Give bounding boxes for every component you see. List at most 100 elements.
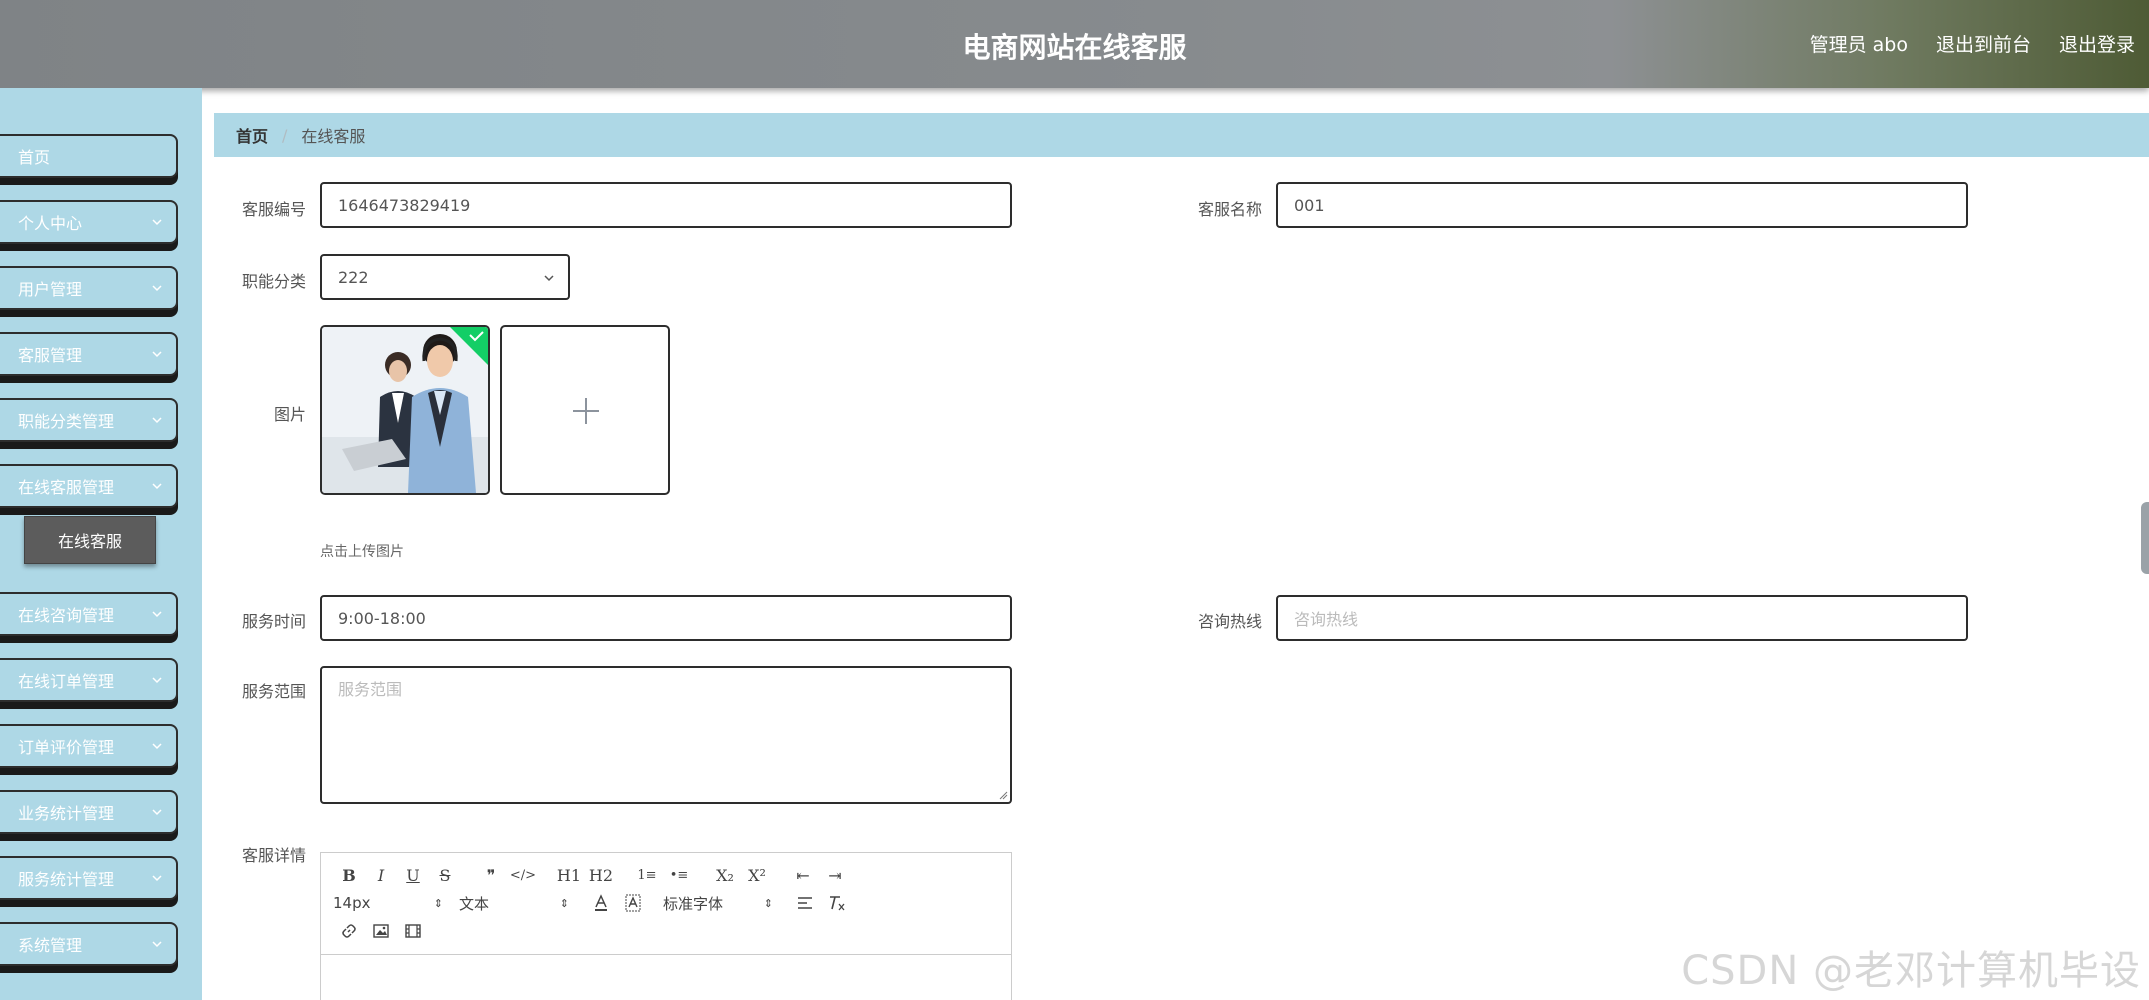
sidebar-item-user-management[interactable]: 用户管理 — [0, 266, 178, 310]
h2-button[interactable]: H2 — [585, 862, 617, 888]
sidebar-item-label: 用户管理 — [18, 280, 83, 299]
sidebar-item-personal-center[interactable]: 个人中心 — [0, 200, 178, 244]
sidebar-item-label: 服务统计管理 — [18, 870, 115, 889]
bold-button[interactable]: B — [333, 862, 365, 888]
sidebar-item-system-management[interactable]: 系统管理 — [0, 922, 178, 966]
sidebar-item-label: 在线客服管理 — [18, 478, 115, 497]
toolbar-row-style: 14px ⇕ 文本 ⇕ 标准字体 ⇕ — [333, 889, 999, 917]
blockquote-button[interactable]: ❞ — [475, 862, 507, 888]
chevron-down-icon — [152, 285, 162, 292]
video-icon[interactable] — [397, 918, 429, 944]
chevron-down-icon — [152, 219, 162, 226]
editor-toolbar: B I U S ❞ </> H1 H2 1≡ •≡ X₂ X² ⇤ ⇥ 14px… — [321, 853, 1011, 955]
hotline-input[interactable]: 咨询热线 — [1276, 595, 1968, 641]
exit-to-front-link[interactable]: 退出到前台 — [1936, 30, 2031, 57]
chevron-down-icon — [152, 677, 162, 684]
block-type-picker[interactable]: 文本 ⇕ — [459, 893, 569, 914]
scope-textarea[interactable]: 服务范围 — [320, 666, 1012, 804]
add-image-button[interactable] — [500, 325, 670, 495]
service-name-input[interactable]: 001 — [1276, 182, 1968, 228]
breadcrumb: 首页 / 在线客服 — [214, 113, 2149, 157]
image-icon[interactable] — [365, 918, 397, 944]
italic-button[interactable]: I — [365, 862, 397, 888]
sidebar-item-service-management[interactable]: 客服管理 — [0, 332, 178, 376]
sidebar-subitem-online-service[interactable]: 在线客服 — [24, 516, 156, 564]
chevron-down-icon — [544, 275, 554, 282]
upload-hint: 点击上传图片 — [320, 544, 404, 560]
sidebar-item-service-stats[interactable]: 服务统计管理 — [0, 856, 178, 900]
strike-button[interactable]: S — [429, 862, 461, 888]
updown-icon: ⇕ — [433, 896, 443, 910]
align-icon[interactable] — [789, 890, 821, 916]
clear-format-icon[interactable] — [821, 890, 853, 916]
sidebar-item-label: 在线订单管理 — [18, 672, 115, 691]
toolbar-row-format: B I U S ❞ </> H1 H2 1≡ •≡ X₂ X² ⇤ ⇥ — [333, 861, 999, 889]
block-type-value: 文本 — [459, 894, 490, 913]
h1-button[interactable]: H1 — [553, 862, 585, 888]
image-label: 图片 — [273, 405, 306, 424]
font-color-icon[interactable] — [585, 890, 617, 916]
uploaded-image-thumbnail[interactable] — [320, 325, 490, 495]
sidebar-item-order-management[interactable]: 在线订单管理 — [0, 658, 178, 702]
sidebar-item-category-management[interactable]: 职能分类管理 — [0, 398, 178, 442]
sidebar: 首页 个人中心 用户管理 客服管理 职能分类管理 在线客服管理 在线客服 在线咨… — [0, 88, 202, 1000]
service-name-label: 客服名称 — [1197, 200, 1262, 219]
sidebar-item-label: 首页 — [18, 148, 51, 167]
sidebar-item-consult-management[interactable]: 在线咨询管理 — [0, 592, 178, 636]
sidebar-item-label: 职能分类管理 — [18, 412, 115, 431]
chevron-down-icon — [152, 875, 162, 882]
scope-label: 服务范围 — [241, 682, 306, 701]
chevron-down-icon — [152, 483, 162, 490]
sidebar-item-online-service-management[interactable]: 在线客服管理 — [0, 464, 178, 508]
category-label: 职能分类 — [241, 272, 306, 291]
font-size-value: 14px — [333, 894, 371, 912]
font-family-picker[interactable]: 标准字体 ⇕ — [663, 893, 773, 914]
breadcrumb-current: 在线客服 — [301, 127, 366, 146]
bullet-list-button[interactable]: •≡ — [663, 862, 695, 888]
plus-icon — [573, 398, 599, 424]
subscript-button[interactable]: X₂ — [709, 862, 741, 888]
sidebar-item-home[interactable]: 首页 — [0, 134, 178, 178]
top-header: 电商网站在线客服 管理员 abo 退出到前台 退出登录 — [0, 0, 2149, 88]
service-time-input[interactable]: 9:00-18:00 — [320, 595, 1012, 641]
breadcrumb-separator: / — [282, 125, 288, 145]
sidebar-item-label: 在线咨询管理 — [18, 606, 115, 625]
hotline-placeholder: 咨询热线 — [1294, 610, 1359, 629]
superscript-button[interactable]: X² — [741, 862, 773, 888]
scope-placeholder: 服务范围 — [338, 680, 403, 699]
service-no-input[interactable]: 1646473829419 — [320, 182, 1012, 228]
user-label: 管理员 abo — [1809, 34, 1908, 56]
chevron-down-icon — [152, 417, 162, 424]
sidebar-item-label: 个人中心 — [18, 214, 83, 233]
ordered-list-button[interactable]: 1≡ — [631, 862, 663, 888]
service-time-value: 9:00-18:00 — [338, 608, 426, 628]
sidebar-item-label: 业务统计管理 — [18, 804, 115, 823]
chevron-down-icon — [152, 809, 162, 816]
code-block-button[interactable]: </> — [507, 862, 539, 888]
font-family-value: 标准字体 — [663, 894, 724, 913]
service-no-value: 1646473829419 — [338, 195, 471, 215]
category-select[interactable]: 222 — [320, 254, 570, 300]
breadcrumb-home[interactable]: 首页 — [236, 123, 268, 147]
link-icon[interactable] — [333, 918, 365, 944]
chevron-down-icon — [152, 743, 162, 750]
sidebar-item-review-management[interactable]: 订单评价管理 — [0, 724, 178, 768]
outdent-button[interactable]: ⇤ — [787, 862, 819, 888]
rich-text-editor: B I U S ❞ </> H1 H2 1≡ •≡ X₂ X² ⇤ ⇥ 14px… — [320, 852, 1012, 1000]
csdn-watermark: CSDN @老邓计算机毕设 — [1681, 948, 2141, 994]
page-scroll-handle[interactable] — [2141, 502, 2149, 574]
underline-button[interactable]: U — [397, 862, 429, 888]
indent-button[interactable]: ⇥ — [819, 862, 851, 888]
updown-icon: ⇕ — [763, 896, 773, 910]
detail-label: 客服详情 — [241, 846, 306, 865]
service-time-label: 服务时间 — [241, 612, 306, 631]
font-size-picker[interactable]: 14px ⇕ — [333, 894, 443, 912]
customer-service-photo — [322, 327, 488, 493]
background-color-icon[interactable] — [617, 890, 649, 916]
category-value: 222 — [338, 267, 369, 287]
sidebar-item-business-stats[interactable]: 业务统计管理 — [0, 790, 178, 834]
sidebar-item-label: 系统管理 — [18, 936, 83, 955]
resize-grip-icon[interactable] — [998, 790, 1008, 800]
logout-link[interactable]: 退出登录 — [2059, 30, 2135, 57]
toolbar-row-insert — [333, 917, 999, 945]
